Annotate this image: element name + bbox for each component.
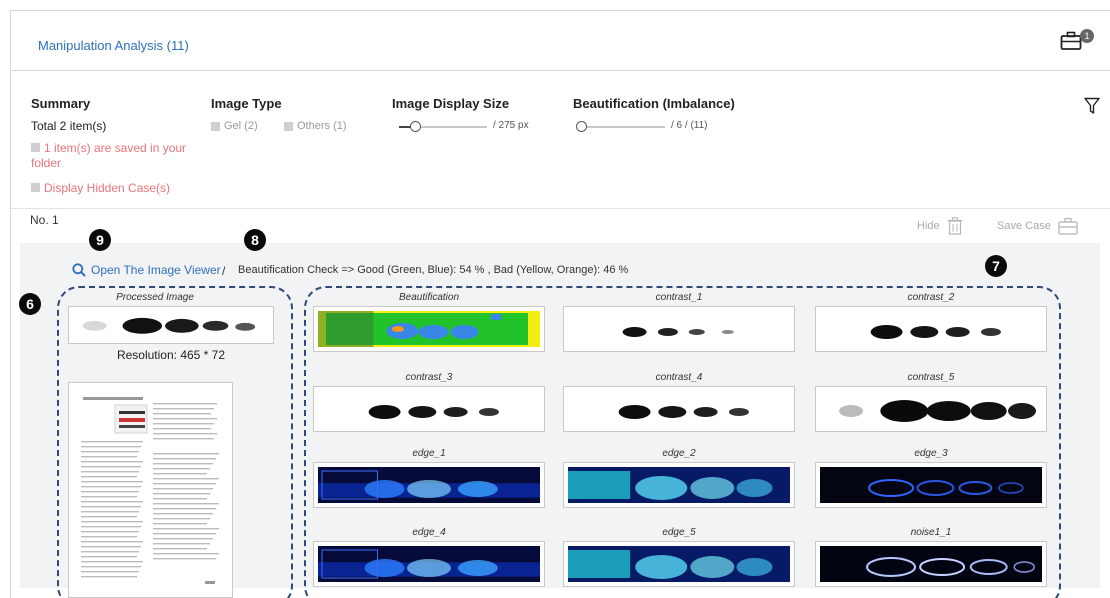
case-number: No. 1: [30, 213, 59, 227]
breadcrumb-separator: /: [222, 264, 226, 278]
image-type-gel-label: Gel (2): [224, 120, 258, 132]
processed-image-region: [57, 286, 293, 598]
marker-9: 9: [89, 229, 111, 251]
briefcase-icon[interactable]: [1060, 31, 1082, 51]
display-size-value: / 275 px: [493, 120, 529, 131]
marker-7: 7: [985, 255, 1007, 277]
beautification-title: Beautification (Imbalance): [573, 96, 735, 111]
display-hidden-toggle[interactable]: Display Hidden Case(s): [31, 181, 170, 196]
image-type-others-option[interactable]: Others (1): [284, 120, 347, 132]
filter-icon[interactable]: [1084, 97, 1100, 115]
display-size-title: Image Display Size: [392, 96, 510, 111]
beautification-slider-knob[interactable]: [576, 121, 587, 132]
search-icon: [72, 263, 86, 277]
trash-icon: [947, 217, 963, 235]
marker-8: 8: [244, 229, 266, 251]
summary-title: Summary: [31, 96, 91, 111]
case-count-badge: 1: [1080, 29, 1094, 43]
hide-label: Hide: [917, 220, 940, 232]
checkbox-icon: [31, 143, 40, 152]
page-title[interactable]: Manipulation Analysis (11): [38, 38, 189, 53]
display-hidden-label: Display Hidden Case(s): [44, 181, 171, 195]
beautification-slider[interactable]: [577, 126, 665, 128]
marker-6: 6: [19, 293, 41, 315]
checkbox-icon: [284, 121, 293, 131]
checkbox-icon: [31, 183, 40, 192]
save-case-label: Save Case: [997, 220, 1051, 232]
image-type-gel-option[interactable]: Gel (2): [211, 120, 258, 132]
briefcase-icon: [1058, 217, 1078, 235]
hide-button[interactable]: Hide: [917, 217, 963, 235]
open-image-viewer-label: Open The Image Viewer: [91, 263, 221, 277]
image-type-title: Image Type: [211, 96, 282, 111]
filter-bar: Summary Total 2 item(s) 1 item(s) are sa…: [11, 72, 1110, 209]
checkbox-icon: [211, 121, 220, 131]
saved-in-folder-label: 1 item(s) are saved in your folder: [31, 141, 187, 170]
beautification-check-text: Beautification Check => Good (Green, Blu…: [238, 264, 629, 276]
open-image-viewer-link[interactable]: Open The Image Viewer: [72, 263, 221, 277]
image-type-others-label: Others (1): [297, 120, 347, 132]
saved-in-folder-toggle[interactable]: 1 item(s) are saved in your folder: [31, 141, 191, 171]
beautification-value: / 6 / (11): [671, 120, 708, 131]
save-case-button[interactable]: Save Case: [997, 217, 1078, 235]
display-size-slider-knob[interactable]: [410, 121, 421, 132]
analysis-results-region: [304, 286, 1061, 598]
analysis-header: Manipulation Analysis (11) 1: [11, 11, 1110, 71]
summary-total: Total 2 item(s): [31, 119, 107, 133]
